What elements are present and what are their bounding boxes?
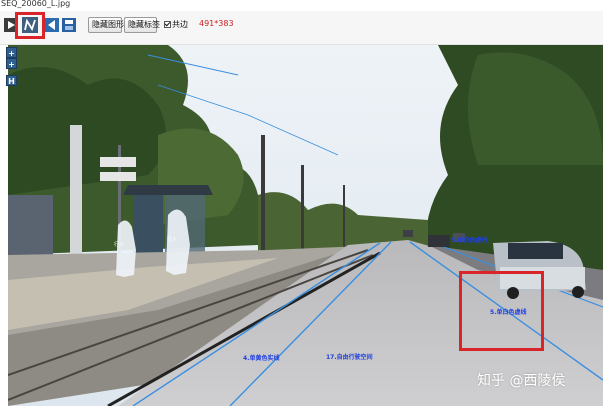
pedestrian-label-1: 行人 — [114, 242, 125, 248]
lane-label-yellow-solid: 4.单黄色实线 — [243, 355, 280, 362]
pedestrian-label-2: 行人 — [167, 237, 178, 243]
hide-shapes-button[interactable]: 隐藏图形 — [88, 17, 124, 33]
expand-panel-button[interactable]: + — [6, 47, 17, 58]
watermark-text: 知乎 @西陵侯 — [477, 373, 566, 389]
shared-edge-label: 共边 — [172, 20, 188, 29]
lane-highlight-box — [459, 271, 544, 351]
image-viewer[interactable] — [8, 45, 603, 406]
street-scene-image — [8, 45, 603, 406]
tool-highlight-box — [15, 12, 45, 39]
zoom-in-button[interactable]: + — [6, 58, 17, 69]
hide-toggle-button[interactable]: H — [6, 75, 17, 86]
lane-label-right-far: 5.单白色虚线 — [451, 237, 488, 244]
hide-labels-button[interactable]: 隐藏标签 — [124, 17, 160, 33]
window-title: SEQ_20060_L.jpg — [1, 0, 71, 8]
undo-button[interactable] — [45, 18, 59, 32]
shared-edge-checkbox[interactable] — [164, 21, 171, 28]
cursor-coordinates: 491*383 — [199, 19, 234, 28]
undo-icon — [45, 18, 59, 32]
window-title-bar: SEQ_20060_L.jpg — [0, 0, 603, 11]
shared-edge-toggle[interactable]: 共边 — [164, 19, 188, 30]
lane-label-drivable-area: 17.自由行驶空间 — [326, 354, 373, 361]
save-button[interactable] — [62, 18, 76, 32]
save-icon — [62, 18, 76, 32]
toolbar: 隐藏图形 隐藏标签 共边 491*383 — [0, 11, 603, 45]
